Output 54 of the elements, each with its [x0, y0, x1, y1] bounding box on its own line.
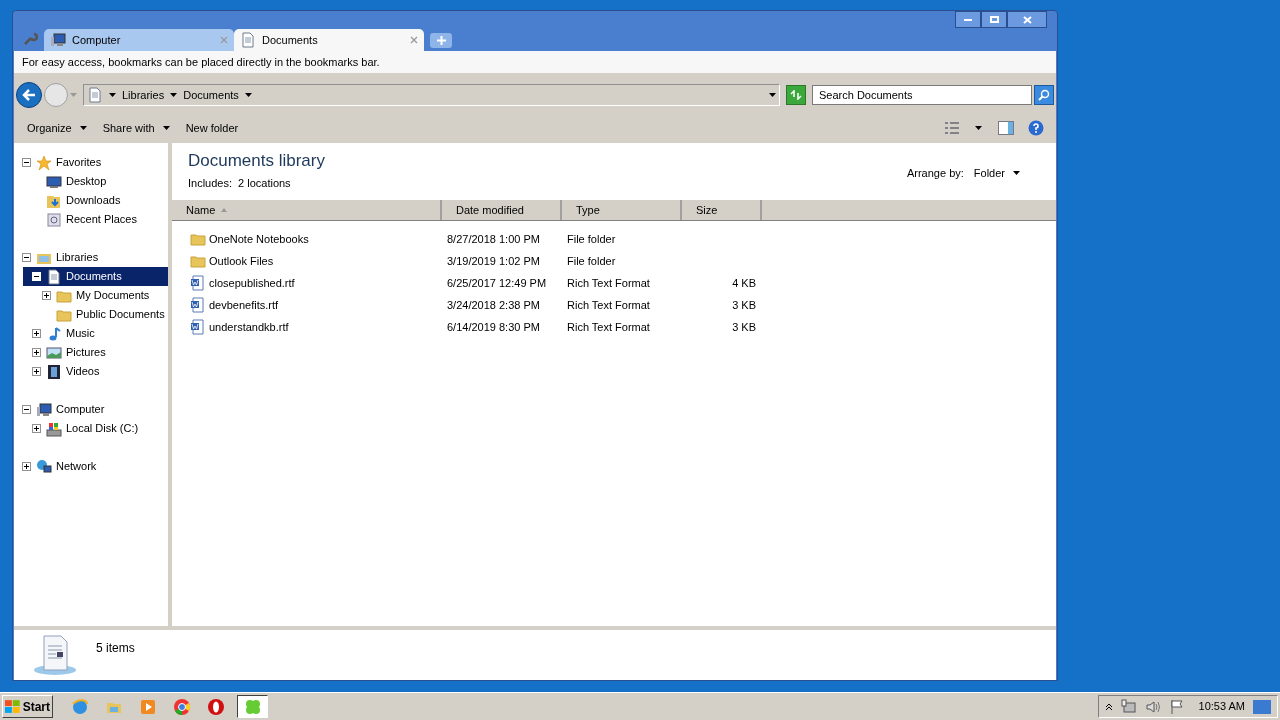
type-cell-text: Rich Text Format	[566, 319, 651, 335]
type-cell-text: File folder	[566, 253, 617, 269]
file-name[interactable]: Outlook Files	[209, 252, 274, 270]
size-cell-text: 3 KB	[732, 297, 756, 313]
file-name[interactable]: devbenefits.rtf	[209, 296, 279, 314]
date-cell-text: 6/14/2019 8:30 PM	[446, 319, 541, 335]
tree-item[interactable]: Videos	[45, 362, 102, 381]
tree-item[interactable]: Public Documents	[55, 305, 167, 324]
bookmarks-hint: For easy access, bookmarks can be placed directly in the bookmarks bar.	[14, 51, 1056, 73]
address-bar[interactable]: Libraries Documents	[83, 84, 780, 106]
tree-item[interactable]: Recent Places	[45, 210, 139, 229]
breadcrumb-item[interactable]: Libraries	[122, 86, 165, 104]
file-name[interactable]: understandkb.rtf	[209, 318, 289, 336]
column-header[interactable]: Type	[562, 200, 682, 220]
tree-item[interactable]: Documents	[23, 267, 168, 286]
tree-item[interactable]: Network	[35, 457, 99, 476]
tree-item[interactable]: Libraries	[35, 248, 101, 267]
file-name[interactable]: closepublished.rtf	[209, 274, 295, 292]
type-cell-text: Rich Text Format	[566, 297, 651, 313]
toolbar-button[interactable]: New folder	[178, 117, 246, 139]
date-cell-text: 8/27/2018 1:00 PM	[446, 231, 541, 247]
tree-item[interactable]: Local Disk (C:)	[45, 419, 141, 438]
date-cell-text: 3/19/2019 1:02 PM	[446, 253, 541, 269]
tree-item[interactable]: My Documents	[55, 286, 152, 305]
column-header[interactable]: Size	[682, 200, 762, 220]
column-header[interactable]: Date modified	[442, 200, 562, 220]
browser-tab[interactable]: Computer	[44, 29, 234, 51]
item-count: 5 items	[96, 640, 135, 657]
includes-label: Includes:	[188, 176, 233, 191]
tree-item[interactable]: Downloads	[45, 191, 123, 210]
clock[interactable]: 10:53 AM	[1198, 698, 1245, 715]
tree-item[interactable]: Favorites	[35, 153, 104, 172]
column-header[interactable]: Name	[172, 200, 442, 220]
toolbar-button[interactable]: Organize	[20, 117, 94, 139]
arrange-by-label: Arrange by:	[906, 166, 964, 181]
tree-item[interactable]: Desktop	[45, 172, 109, 191]
browser-tab[interactable]: Documents	[234, 29, 424, 51]
file-name[interactable]: OneNote Notebooks	[209, 230, 309, 248]
tree-item[interactable]: Music	[45, 324, 97, 343]
breadcrumb-item[interactable]: Documents	[183, 86, 239, 104]
tree-item[interactable]: Computer	[35, 400, 107, 419]
tree-item[interactable]: Pictures	[45, 343, 108, 362]
size-cell-text: 4 KB	[732, 275, 756, 291]
size-cell-text: 3 KB	[732, 319, 756, 335]
date-cell-text: 3/24/2018 2:38 PM	[446, 297, 541, 313]
type-cell-text: File folder	[566, 231, 617, 247]
date-cell-text: 6/25/2017 12:49 PM	[446, 275, 548, 291]
locations-link[interactable]: 2 locations	[238, 175, 291, 192]
type-cell-text: Rich Text Format	[566, 275, 651, 291]
start-button[interactable]: Start	[2, 695, 53, 718]
toolbar-button[interactable]: Share with	[95, 117, 177, 139]
arrange-dropdown[interactable]: Folder	[973, 165, 1020, 182]
search-field[interactable]: Search Documents	[812, 85, 1032, 105]
library-title: Documents library	[188, 151, 325, 171]
